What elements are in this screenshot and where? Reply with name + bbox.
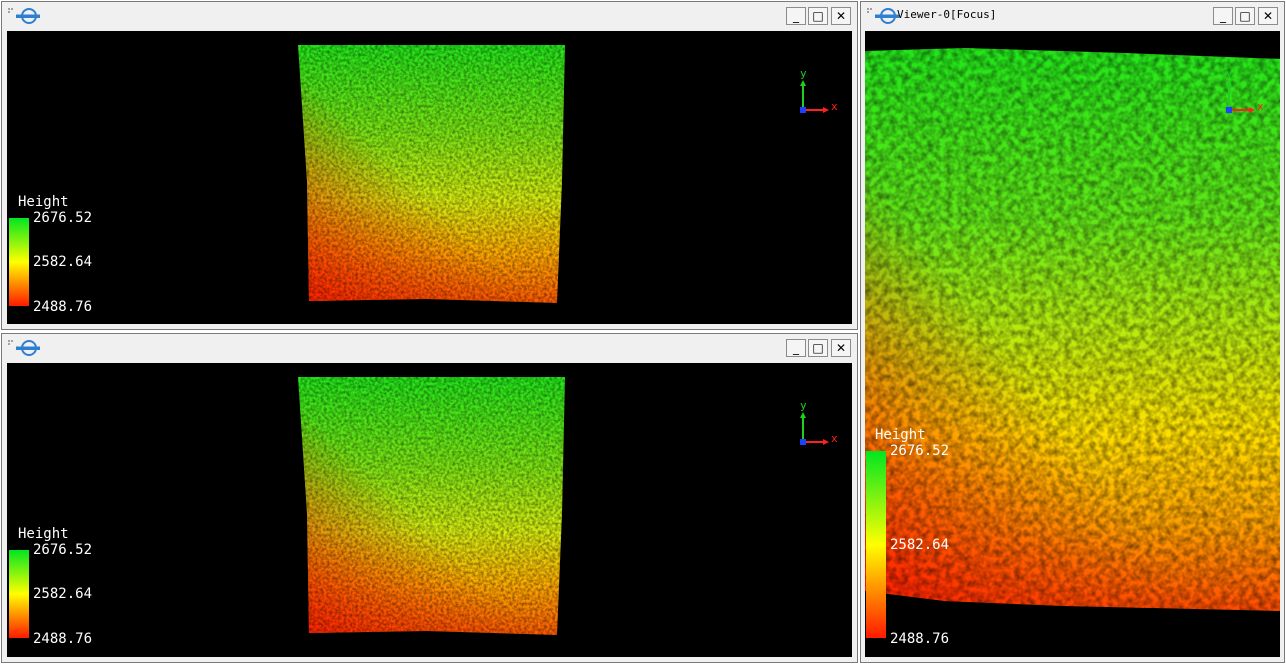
viewer-window-2: _ □ ✕ Height 2676.52 2582.64 2488.76 y x <box>1 333 858 663</box>
axis-x-label: x <box>831 432 838 445</box>
viewer-window-1: _ □ ✕ Height 2676.52 2582.64 2488.76 y x <box>1 1 858 330</box>
axis-gizmo-icon: y x <box>800 399 838 445</box>
height-legend-title: Height <box>18 194 69 210</box>
height-legend-mid: 2582.64 <box>33 254 93 270</box>
point-cloud <box>298 377 565 635</box>
point-cloud <box>865 48 1280 611</box>
close-button[interactable]: ✕ <box>1258 7 1278 25</box>
height-color-bar <box>866 451 886 638</box>
axis-gizmo-icon: y x <box>800 67 838 113</box>
maximize-button[interactable]: □ <box>808 7 828 25</box>
viewer-3-title: Viewer-0[Focus] <box>897 8 997 21</box>
height-legend-max: 2676.52 <box>33 210 93 226</box>
viewer-3-canvas[interactable]: Height 2676.52 2582.64 2488.76 y x <box>865 31 1280 657</box>
height-legend-mid: 2582.64 <box>33 586 93 602</box>
height-legend-max: 2676.52 <box>890 443 950 459</box>
viewer-1-titlebar[interactable]: _ □ ✕ <box>2 2 857 30</box>
height-legend-max: 2676.52 <box>33 542 93 558</box>
height-legend-min: 2488.76 <box>33 299 93 315</box>
height-color-bar <box>9 550 29 638</box>
height-legend-min: 2488.76 <box>33 631 93 647</box>
maximize-button[interactable]: □ <box>808 339 828 357</box>
viewer-2-titlebar[interactable]: _ □ ✕ <box>2 334 857 362</box>
lidar360-logo-icon <box>8 340 40 356</box>
minimize-button[interactable]: _ <box>1213 7 1233 25</box>
point-cloud <box>298 45 565 303</box>
viewer-1-canvas[interactable]: Height 2676.52 2582.64 2488.76 y x <box>7 31 852 324</box>
maximize-button[interactable]: □ <box>1235 7 1255 25</box>
height-legend-min: 2488.76 <box>890 631 950 647</box>
height-legend-title: Height <box>18 526 69 542</box>
minimize-button[interactable]: _ <box>786 7 806 25</box>
height-legend-title: Height <box>875 427 926 443</box>
axis-gizmo-icon: y x <box>1226 67 1264 113</box>
viewer-3-titlebar[interactable]: Viewer-0[Focus] _ □ ✕ <box>861 2 1284 30</box>
height-color-bar <box>9 218 29 306</box>
axis-y-label: y <box>800 399 807 412</box>
viewer-2-canvas[interactable]: Height 2676.52 2582.64 2488.76 y x <box>7 363 852 657</box>
axis-x-label: x <box>831 100 838 113</box>
axis-x-label: x <box>1257 100 1264 113</box>
lidar360-logo-icon <box>8 8 40 24</box>
minimize-button[interactable]: _ <box>786 339 806 357</box>
axis-y-label: y <box>800 67 807 80</box>
viewer-window-3: Viewer-0[Focus] _ □ ✕ Height 2676.52 258… <box>860 1 1285 663</box>
close-button[interactable]: ✕ <box>831 339 851 357</box>
lidar360-logo-icon <box>867 8 899 24</box>
height-legend-mid: 2582.64 <box>890 537 950 553</box>
close-button[interactable]: ✕ <box>831 7 851 25</box>
axis-y-label: y <box>1226 67 1233 80</box>
